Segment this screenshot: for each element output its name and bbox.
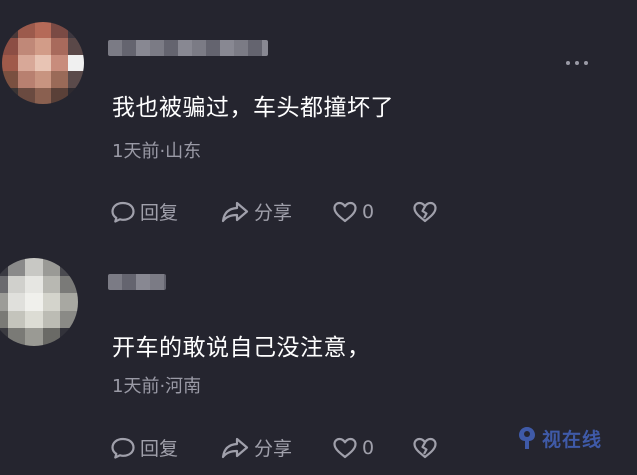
reply-button[interactable]: 回复 [110,198,220,225]
broken-heart-icon [413,201,437,222]
reply-button[interactable]: 回复 [110,434,220,461]
reply-label: 回复 [140,202,179,224]
like-button[interactable]: 0 [332,436,412,460]
like-button[interactable]: 0 [332,200,412,224]
avatar[interactable] [2,22,84,104]
watermark-text: 视在线 [542,428,603,451]
comment-bubble-icon [111,437,135,459]
comment-text: 开车的敢说自己没注意， [112,335,371,361]
comment-item: 我也被骗过，车头都撞坏了 1天前·山东 回复 分享 0 [0,0,637,250]
comment-text: 我也被骗过，车头都撞坏了 [112,95,394,121]
avatar[interactable] [0,258,78,346]
like-count: 0 [362,200,375,223]
heart-icon [333,437,357,458]
comment-bubble-icon [111,201,135,223]
watermark: 视在线 [516,418,602,458]
share-arrow-icon [221,437,249,458]
more-dots-icon [566,61,570,65]
share-button[interactable]: 分享 [220,434,332,461]
reply-label: 回复 [140,438,179,460]
share-arrow-icon [221,201,249,222]
watermark-logo-icon [519,427,535,449]
dislike-button[interactable] [412,436,438,460]
dislike-button[interactable] [412,200,438,224]
more-options-button[interactable] [566,58,588,68]
comment-actions: 回复 分享 0 [110,434,438,461]
comment-meta: 1天前·河南 [112,376,202,397]
username-blurred[interactable] [108,274,166,290]
share-button[interactable]: 分享 [220,198,332,225]
share-label: 分享 [254,202,293,224]
comment-meta: 1天前·山东 [112,141,202,162]
comment-actions: 回复 分享 0 [110,198,438,225]
like-count: 0 [362,436,375,459]
username-blurred[interactable] [108,40,268,56]
share-label: 分享 [254,438,293,460]
broken-heart-icon [413,437,437,458]
heart-icon [333,201,357,222]
